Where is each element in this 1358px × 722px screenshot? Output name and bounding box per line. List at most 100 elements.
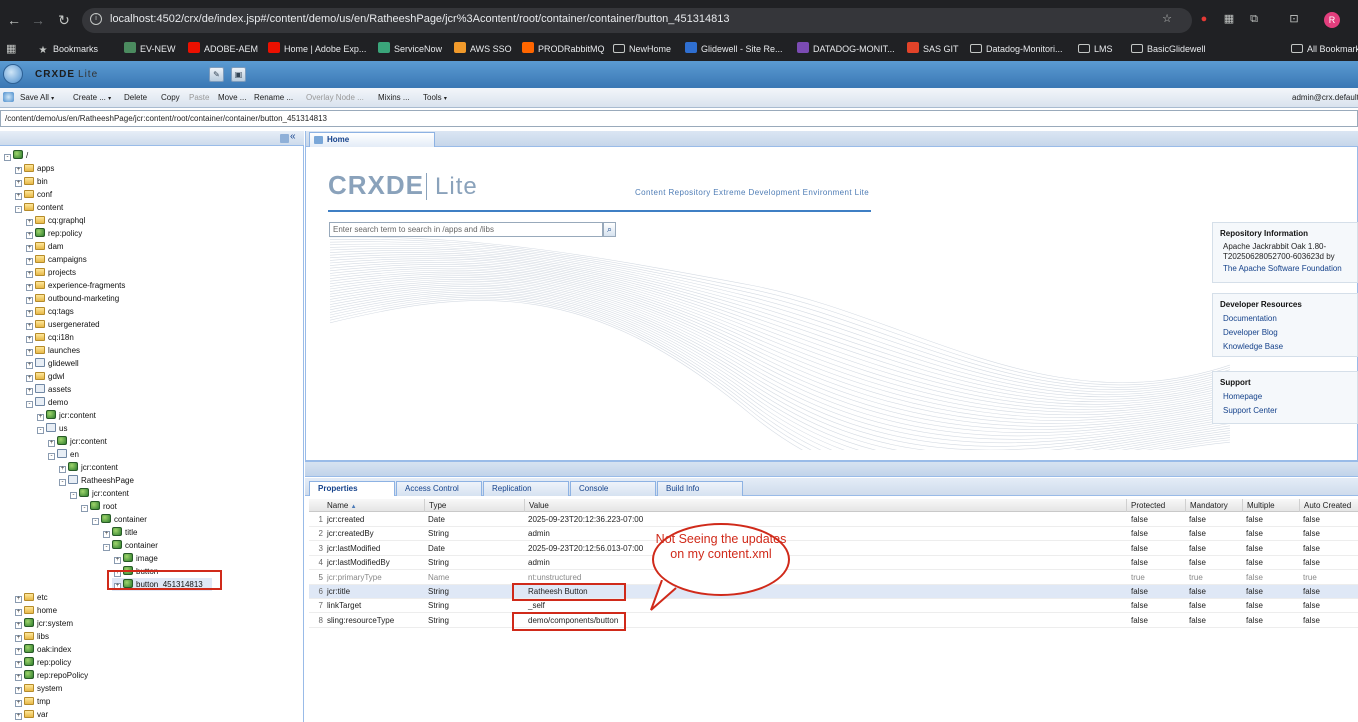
tree-node[interactable]: + usergenerated [26, 318, 100, 331]
tree-node[interactable]: + projects [26, 266, 76, 279]
rename-button[interactable]: Rename ... [254, 93, 293, 102]
bookmark-11[interactable]: Datadog-Monitori... [970, 42, 1063, 56]
expand-icon[interactable]: + [26, 245, 33, 252]
tree-node[interactable]: - us [37, 422, 67, 435]
tab-access-control[interactable]: Access Control [396, 481, 482, 496]
panel-splitter[interactable] [305, 461, 1358, 477]
tab-home[interactable]: Home [309, 132, 435, 147]
expand-icon[interactable]: + [15, 167, 22, 174]
tree-node[interactable]: + cq:tags [26, 305, 74, 318]
bookmark-3[interactable]: Home | Adobe Exp... [268, 42, 366, 56]
tree-node[interactable]: + campaigns [26, 253, 87, 266]
expand-icon[interactable]: + [15, 609, 22, 616]
mixins-button[interactable]: Mixins ... [378, 93, 410, 102]
bookmark-2[interactable]: ADOBE-AEM [188, 42, 258, 56]
extension-icon[interactable]: ● [1195, 10, 1213, 28]
bookmark-7[interactable]: NewHome [613, 42, 671, 56]
tree-node[interactable]: + jcr:content [37, 409, 96, 422]
expand-icon[interactable]: + [37, 414, 44, 421]
expand-icon[interactable]: + [26, 349, 33, 356]
expand-icon[interactable]: + [26, 271, 33, 278]
bookmark-13[interactable]: BasicGlidewell [1131, 42, 1206, 56]
tree-node[interactable]: + glidewell [26, 357, 79, 370]
expand-icon[interactable]: + [59, 466, 66, 473]
bookmark-14[interactable]: All Bookmarks [1291, 42, 1358, 56]
expand-icon[interactable]: + [26, 297, 33, 304]
path-input[interactable]: /content/demo/us/en/RatheeshPage/jcr:con… [0, 110, 1358, 127]
tree-node[interactable]: + assets [26, 383, 71, 396]
copy-button[interactable]: Copy [161, 93, 180, 102]
packages-icon[interactable]: ▣ [231, 67, 246, 82]
expand-icon[interactable]: + [114, 557, 121, 564]
reload-icon[interactable]: ↻ [54, 10, 74, 30]
tree-node[interactable]: - container [92, 513, 147, 526]
collapse-icon[interactable]: - [4, 154, 11, 161]
documentation-link[interactable]: Documentation [1213, 312, 1357, 326]
tab-properties[interactable]: Properties [309, 481, 395, 496]
bookmark-star-icon[interactable]: ☆ [1158, 10, 1176, 28]
bookmark-0[interactable]: ★ Bookmarks [37, 42, 99, 56]
create-button[interactable]: Create ... ▾ [73, 93, 111, 102]
tree-node[interactable]: - container [103, 539, 158, 552]
expand-icon[interactable]: + [15, 674, 22, 681]
homepage-link[interactable]: Homepage [1213, 390, 1357, 404]
expand-icon[interactable]: + [15, 635, 22, 642]
tree-node[interactable]: - en [48, 448, 79, 461]
tree-node[interactable]: + jcr:content [48, 435, 107, 448]
tree-node[interactable]: + tmp [15, 695, 50, 708]
bookmark-6[interactable]: PRODRabbitMQ [522, 42, 605, 56]
expand-icon[interactable]: + [15, 713, 22, 720]
collapse-icon[interactable]: - [15, 206, 22, 213]
support-center-link[interactable]: Support Center [1213, 404, 1357, 418]
switch-tools-icon[interactable]: ✎ [209, 67, 224, 82]
tree-node[interactable]: - content [15, 201, 63, 214]
bookmark-5[interactable]: AWS SSO [454, 42, 512, 56]
expand-icon[interactable]: + [15, 193, 22, 200]
developer-blog-link[interactable]: Developer Blog [1213, 326, 1357, 340]
tree-node[interactable]: + home [15, 604, 57, 617]
collapse-icon[interactable]: - [37, 427, 44, 434]
collapse-icon[interactable]: - [92, 518, 99, 525]
delete-button[interactable]: Delete [124, 93, 147, 102]
tree-node[interactable]: + apps [15, 162, 54, 175]
collapse-icon[interactable]: - [70, 492, 77, 499]
expand-icon[interactable]: + [15, 596, 22, 603]
extension-icon[interactable]: ▦ [1220, 10, 1238, 28]
tree-node[interactable]: - / [4, 149, 28, 162]
forward-icon[interactable]: → [28, 10, 48, 30]
tree-node[interactable]: + outbound-marketing [26, 292, 119, 305]
apps-grid-icon[interactable]: ▦ [6, 42, 16, 56]
knowledge-base-link[interactable]: Knowledge Base [1213, 340, 1357, 354]
bookmark-1[interactable]: EV-NEW [124, 42, 176, 56]
tab-replication[interactable]: Replication [483, 481, 569, 496]
tab-console[interactable]: Console [570, 481, 656, 496]
tab-search-icon[interactable]: ⊡ [1285, 10, 1303, 28]
expand-icon[interactable]: + [15, 622, 22, 629]
bookmark-4[interactable]: ServiceNow [378, 42, 442, 56]
overlay-node-button[interactable]: Overlay Node ... [306, 93, 364, 102]
tree-node[interactable]: + rep:repoPolicy [15, 669, 88, 682]
tree-node[interactable]: + libs [15, 630, 49, 643]
current-user[interactable]: admin@crx.default [1292, 93, 1358, 102]
expand-icon[interactable]: + [26, 219, 33, 226]
tree-node[interactable]: + jcr:content [59, 461, 118, 474]
save-all-button[interactable]: Save All ▾ [20, 93, 54, 102]
tree-node[interactable]: - demo [26, 396, 68, 409]
expand-icon[interactable]: + [26, 284, 33, 291]
tree-node[interactable]: + image [114, 552, 158, 565]
column-header-multiple[interactable]: Multiple [1242, 499, 1299, 512]
paste-button[interactable]: Paste [189, 93, 209, 102]
column-header-mandatory[interactable]: Mandatory [1185, 499, 1242, 512]
tree-node[interactable]: + cq:graphql [26, 214, 85, 227]
tree-node[interactable]: + var [15, 708, 48, 721]
tree-node[interactable]: + launches [26, 344, 80, 357]
apache-link[interactable]: The Apache Software Foundation [1213, 263, 1357, 275]
column-header-value[interactable]: Value [524, 499, 1126, 512]
collapse-icon[interactable]: - [103, 544, 110, 551]
bookmark-12[interactable]: LMS [1078, 42, 1113, 56]
tree-filter-icon[interactable] [280, 134, 289, 143]
tree-node[interactable]: + jcr:system [15, 617, 73, 630]
tree-node[interactable]: + cq:i18n [26, 331, 74, 344]
tree-node[interactable]: + rep:policy [15, 656, 71, 669]
profile-avatar[interactable]: R [1324, 12, 1340, 28]
